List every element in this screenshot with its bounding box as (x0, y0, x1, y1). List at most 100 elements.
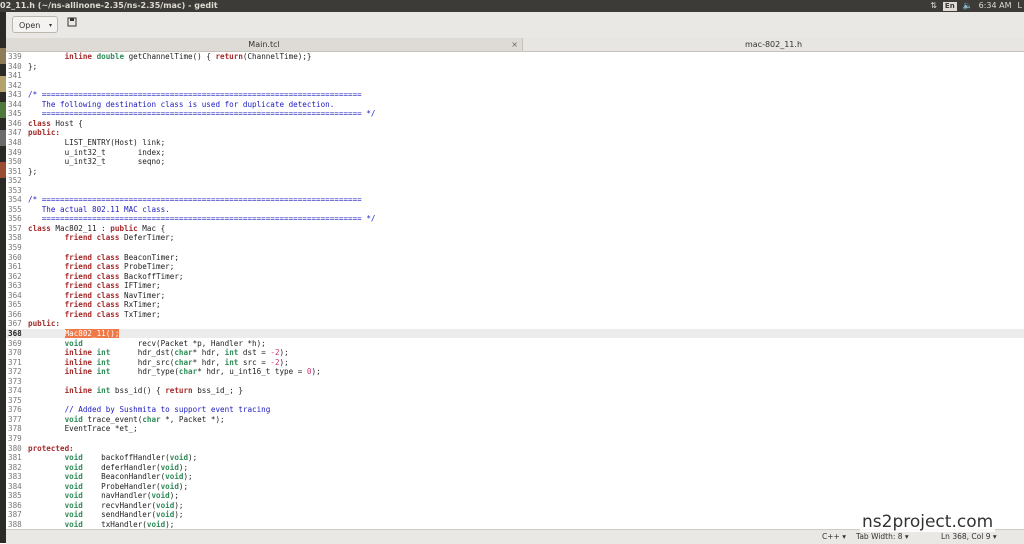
code-text[interactable]: u_int32_t seqno; (28, 157, 166, 166)
code-text[interactable]: inline int hdr_dst(char* hdr, int dst = … (28, 348, 289, 357)
code-line[interactable]: 350 u_int32_t seqno; (6, 157, 1024, 167)
code-line[interactable]: 362 friend class BackoffTimer; (6, 272, 1024, 282)
code-text[interactable]: EventTrace *et_; (28, 424, 138, 433)
code-line[interactable]: 356 ====================================… (6, 214, 1024, 224)
code-line[interactable]: 342 (6, 81, 1024, 91)
code-text[interactable]: /* =====================================… (28, 90, 362, 99)
code-line[interactable]: 364 friend class NavTimer; (6, 291, 1024, 301)
code-line[interactable]: 368 Mac802_11(); (6, 328, 1024, 339)
code-text[interactable]: }; (28, 167, 37, 176)
code-line[interactable]: 346 class Host { (6, 119, 1024, 129)
code-text[interactable]: /* =====================================… (28, 195, 362, 204)
code-text[interactable]: // Added by Sushmita to support event tr… (28, 405, 271, 414)
code-line[interactable]: 358 friend class DeferTimer; (6, 233, 1024, 243)
code-line[interactable]: 343 /* ==================================… (6, 90, 1024, 100)
code-text[interactable]: protected: (28, 444, 74, 453)
network-icon[interactable]: ⇅ (930, 0, 937, 12)
language-selector[interactable]: C++ ▾ (822, 530, 846, 544)
code-line[interactable]: 376 // Added by Sushmita to support even… (6, 405, 1024, 415)
code-line[interactable]: 366 friend class TxTimer; (6, 310, 1024, 320)
code-line[interactable]: 340}; (6, 62, 1024, 72)
code-text[interactable]: void recv(Packet *p, Handler *h); (28, 339, 266, 348)
code-text[interactable]: }; (28, 62, 37, 71)
save-icon[interactable] (64, 16, 80, 33)
code-line[interactable]: 383 void BeaconHandler(void); (6, 472, 1024, 482)
code-text[interactable]: void ProbeHandler(void); (28, 482, 188, 491)
open-button[interactable]: Open ▾ (12, 16, 58, 33)
code-text[interactable]: The following destination class is used … (28, 100, 335, 109)
code-text[interactable]: inline int hdr_src(char* hdr, int src = … (28, 358, 289, 367)
code-line[interactable]: 349 u_int32_t index; (6, 148, 1024, 158)
code-text[interactable]: LIST_ENTRY(Host) link; (28, 138, 166, 147)
code-text[interactable]: void backoffHandler(void); (28, 453, 198, 462)
code-line[interactable]: 370 inline int hdr_dst(char* hdr, int ds… (6, 348, 1024, 358)
code-text[interactable]: public: (28, 319, 60, 328)
tab-main-tcl[interactable]: Main.tcl × (6, 38, 523, 51)
volume-icon[interactable]: 🔈 (963, 0, 973, 12)
code-line[interactable]: 353 (6, 186, 1024, 196)
code-line[interactable]: 363 friend class IFTimer; (6, 281, 1024, 291)
code-text[interactable]: public: (28, 128, 60, 137)
code-text[interactable]: friend class IFTimer; (28, 281, 161, 290)
code-line[interactable]: 382 void deferHandler(void); (6, 463, 1024, 473)
code-line[interactable]: 351}; (6, 167, 1024, 177)
code-line[interactable]: 367 public: (6, 319, 1024, 329)
keyboard-layout-indicator[interactable]: En (942, 1, 957, 11)
cursor-position-selector[interactable]: Ln 368, Col 9 ▾ (941, 530, 997, 544)
tab-mac-802-11-h[interactable]: mac-802_11.h (523, 38, 1024, 51)
code-text[interactable]: ========================================… (28, 214, 376, 223)
code-line[interactable]: 379 (6, 434, 1024, 444)
code-text[interactable]: friend class ProbeTimer; (28, 262, 175, 271)
code-text[interactable]: inline double getChannelTime() { return(… (28, 52, 312, 61)
close-icon[interactable]: × (511, 38, 518, 51)
code-text[interactable]: friend class NavTimer; (28, 291, 166, 300)
code-line[interactable]: 345 ====================================… (6, 109, 1024, 119)
code-line[interactable]: 372 inline int hdr_type(char* hdr, u_int… (6, 367, 1024, 377)
code-text[interactable]: friend class BeaconTimer; (28, 253, 179, 262)
code-line[interactable]: 361 friend class ProbeTimer; (6, 262, 1024, 272)
code-text[interactable]: void recvHandler(void); (28, 501, 184, 510)
code-text[interactable]: void navHandler(void); (28, 491, 179, 500)
code-text[interactable]: u_int32_t index; (28, 148, 166, 157)
code-line[interactable]: 375 (6, 396, 1024, 406)
code-line[interactable]: 354 /* ==================================… (6, 195, 1024, 205)
code-line[interactable]: 359 (6, 243, 1024, 253)
code-text[interactable]: inline int bss_id() { return bss_id_; } (28, 386, 243, 395)
code-text[interactable]: class Host { (28, 119, 83, 128)
code-text[interactable]: The actual 802.11 MAC class. (28, 205, 170, 214)
code-line[interactable]: 381 void backoffHandler(void); (6, 453, 1024, 463)
code-text[interactable]: class Mac802_11 : public Mac { (28, 224, 165, 233)
clock[interactable]: 6:34 AM (979, 0, 1012, 12)
code-line[interactable]: 386 void recvHandler(void); (6, 501, 1024, 511)
code-line[interactable]: 385 void navHandler(void); (6, 491, 1024, 501)
code-line[interactable]: 355 The actual 802.11 MAC class. (6, 205, 1024, 215)
code-line[interactable]: 369 void recv(Packet *p, Handler *h); (6, 339, 1024, 349)
code-text[interactable]: ========================================… (28, 109, 376, 118)
code-text[interactable]: void BeaconHandler(void); (28, 472, 193, 481)
code-line[interactable]: 360 friend class BeaconTimer; (6, 253, 1024, 263)
code-text[interactable]: friend class DeferTimer; (28, 233, 175, 242)
code-text[interactable]: void txHandler(void); (28, 520, 175, 529)
code-text[interactable]: friend class RxTimer; (28, 300, 161, 309)
code-line[interactable]: 365 friend class RxTimer; (6, 300, 1024, 310)
code-line[interactable]: 344 The following destination class is u… (6, 100, 1024, 110)
code-line[interactable]: 377 void trace_event(char *, Packet *); (6, 415, 1024, 425)
code-line[interactable]: 357 class Mac802_11 : public Mac { (6, 224, 1024, 234)
user-menu[interactable]: L (1018, 0, 1022, 12)
code-line[interactable]: 371 inline int hdr_src(char* hdr, int sr… (6, 358, 1024, 368)
code-line[interactable]: 339 inline double getChannelTime() { ret… (6, 52, 1024, 62)
code-line[interactable]: 347 public: (6, 128, 1024, 138)
code-line[interactable]: 378 EventTrace *et_; (6, 424, 1024, 434)
code-editor[interactable]: 339 inline double getChannelTime() { ret… (6, 52, 1024, 529)
code-text[interactable]: void deferHandler(void); (28, 463, 188, 472)
code-text[interactable]: friend class BackoffTimer; (28, 272, 184, 281)
code-line[interactable]: 352 (6, 176, 1024, 186)
code-line[interactable]: 348 LIST_ENTRY(Host) link; (6, 138, 1024, 148)
code-text[interactable]: Mac802_11(); (28, 328, 120, 338)
code-text[interactable]: void trace_event(char *, Packet *); (28, 415, 225, 424)
code-line[interactable]: 373 (6, 377, 1024, 387)
code-line[interactable]: 374 inline int bss_id() { return bss_id_… (6, 386, 1024, 396)
code-line[interactable]: 341 (6, 71, 1024, 81)
tab-width-selector[interactable]: Tab Width: 8 ▾ (856, 530, 909, 544)
code-text[interactable]: void sendHandler(void); (28, 510, 184, 519)
